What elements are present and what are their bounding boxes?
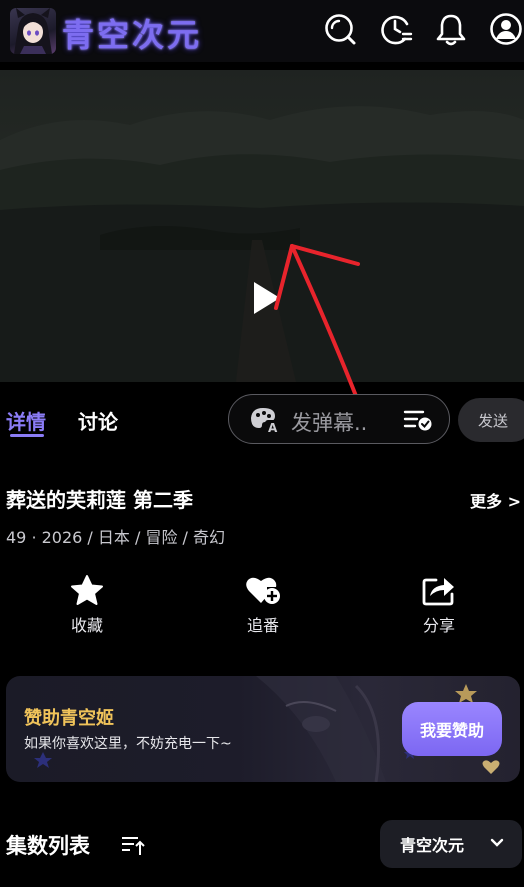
more-link[interactable]: 更多 >	[470, 488, 521, 512]
heart-plus-icon	[246, 577, 280, 604]
notification-bell-icon[interactable]	[434, 12, 468, 46]
play-icon[interactable]	[252, 280, 282, 316]
follow-label: 追番	[246, 616, 279, 635]
sponsor-title: 赞助青空姬	[24, 708, 114, 729]
sponsor-card: 赞助青空姬 如果你喜欢这里，不妨充电一下~ 我要赞助	[6, 676, 520, 782]
collect-label: 收藏	[70, 616, 103, 635]
tabs-row: 详情 讨论 A 发弹幕.. 发送	[0, 392, 524, 448]
video-player[interactable]	[0, 70, 524, 382]
svg-text:A: A	[268, 421, 278, 434]
source-select[interactable]: 青空次元	[380, 820, 522, 868]
sponsor-button[interactable]: 我要赞助	[402, 702, 502, 756]
danmaku-placeholder: 发弹幕..	[291, 411, 368, 435]
history-icon[interactable]	[379, 12, 413, 46]
anime-meta: 49 · 2026 / 日本 / 冒险 / 奇幻	[6, 528, 226, 547]
share-label: 分享	[422, 616, 455, 635]
app-logo-avatar[interactable]	[10, 8, 56, 54]
tab-active-indicator	[10, 434, 44, 437]
sponsor-subtitle: 如果你喜欢这里，不妨充电一下~	[24, 736, 232, 752]
user-profile-icon[interactable]	[489, 12, 523, 46]
share-icon	[422, 578, 454, 606]
episode-list-title: 集数列表	[6, 834, 90, 858]
danmaku-send-button[interactable]: 发送	[458, 398, 524, 442]
brand-title[interactable]: 青空次元	[62, 10, 202, 56]
share-button[interactable]: 分享	[394, 574, 484, 636]
danmaku-settings-icon[interactable]	[403, 408, 433, 432]
follow-button[interactable]: 追番	[218, 574, 308, 636]
source-select-label: 青空次元	[400, 836, 465, 855]
app-header: 青空次元	[0, 0, 524, 62]
sort-icon[interactable]	[120, 834, 146, 856]
danmaku-input[interactable]: A 发弹幕..	[228, 394, 450, 444]
video-frame-scenery	[0, 106, 524, 382]
tab-details[interactable]: 详情	[6, 406, 46, 435]
collect-button[interactable]: 收藏	[42, 574, 132, 636]
anime-title: 葬送的芙莉莲 第二季	[6, 488, 193, 512]
chevron-down-icon	[490, 838, 504, 847]
danmaku-style-icon[interactable]: A	[249, 406, 281, 434]
tab-discussion[interactable]: 讨论	[78, 406, 118, 435]
search-icon[interactable]	[323, 12, 357, 46]
star-icon	[71, 575, 103, 605]
